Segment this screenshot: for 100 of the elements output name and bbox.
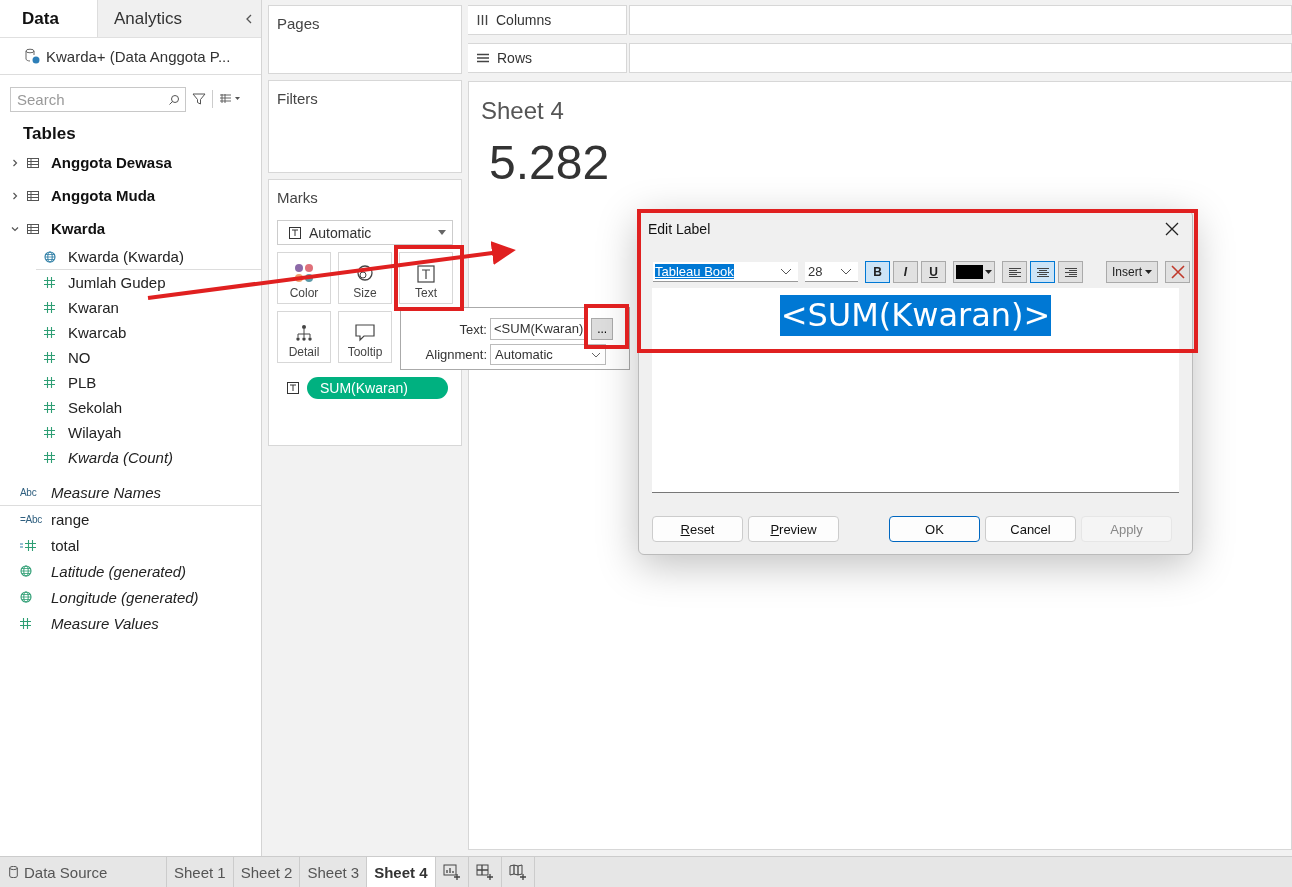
table-name[interactable]: Kwarda — [51, 220, 106, 237]
new-story-icon — [508, 864, 527, 880]
field-name[interactable]: Wilayah — [68, 423, 122, 441]
hash-icon — [44, 351, 55, 363]
edit-text-button[interactable]: ... — [591, 318, 614, 340]
alignment-dropdown[interactable]: Automatic — [490, 344, 606, 365]
mark-tooltip-button[interactable]: Tooltip — [338, 311, 392, 363]
hierarchy-icon — [295, 324, 313, 342]
expand-caret-icon[interactable] — [11, 191, 19, 200]
globe-icon — [20, 591, 32, 603]
align-right-icon — [1064, 267, 1077, 277]
table-name[interactable]: Anggota Dewasa — [51, 154, 172, 171]
insert-menu-button[interactable]: Insert — [1106, 261, 1158, 283]
text-mark-icon — [289, 226, 301, 239]
align-right-button[interactable] — [1058, 261, 1083, 283]
field-name[interactable]: NO — [68, 348, 91, 366]
calculated-hash-icon — [20, 539, 36, 551]
field-name[interactable]: total — [51, 536, 80, 554]
field-name[interactable]: Measure Values — [51, 614, 159, 632]
mark-text-button[interactable]: Text — [399, 252, 453, 304]
sheet-tab[interactable]: Sheet 2 — [233, 857, 301, 887]
hash-icon — [44, 376, 55, 388]
datasource-icon — [24, 48, 40, 64]
clear-button[interactable] — [1165, 261, 1190, 283]
string-type-icon: Abc — [20, 487, 37, 498]
filters-card-title: Filters — [277, 90, 318, 107]
filter-icon[interactable] — [192, 92, 206, 106]
mark-color-button[interactable]: Color — [277, 252, 331, 304]
italic-toggle[interactable]: I — [893, 261, 918, 283]
field-name[interactable]: PLB — [68, 373, 97, 391]
tables-heading: Tables — [22, 123, 77, 145]
field-name[interactable]: Kwarda (Kwarda) — [68, 248, 184, 265]
sheet-tab[interactable]: Data Source — [0, 857, 167, 887]
mark-size-button[interactable]: Size — [338, 252, 392, 304]
columns-icon — [477, 15, 488, 25]
hash-icon — [44, 276, 55, 288]
dialog-button[interactable]: Cancel — [985, 516, 1076, 542]
collapse-caret-icon[interactable] — [11, 224, 19, 233]
dialog-title: Edit Label — [648, 221, 711, 237]
collapse-icon[interactable] — [245, 14, 253, 24]
table-icon — [27, 223, 39, 234]
rows-shelf-label: Rows — [497, 50, 532, 66]
globe-icon — [20, 565, 32, 577]
measure-value: 5.282 — [489, 135, 611, 190]
label-text: <SUM(Kwaran)> — [779, 295, 1052, 336]
field-name[interactable]: range — [51, 510, 90, 528]
bold-toggle[interactable]: B — [865, 261, 890, 283]
sheet-tab[interactable]: Sheet 4 — [367, 857, 436, 887]
list-view-icon[interactable] — [219, 94, 241, 104]
mark-detail-button[interactable]: Detail — [277, 311, 331, 363]
close-icon[interactable] — [1165, 222, 1179, 236]
field-name[interactable]: Kwarda (Count) — [68, 448, 174, 466]
field-name[interactable]: Kwaran — [68, 298, 119, 316]
text-mark-icon — [287, 382, 299, 394]
field-name[interactable]: Jumlah Gudep — [68, 273, 166, 291]
dialog-button[interactable]: Preview — [748, 516, 839, 542]
align-center-button[interactable] — [1030, 261, 1055, 283]
panel-tab[interactable]: Data — [0, 0, 98, 37]
string-type-icon: =Abc — [20, 513, 42, 525]
datasource-name[interactable]: Kwarda+ (Data Anggota P... — [46, 47, 231, 65]
columns-shelf-label: Columns — [496, 12, 552, 28]
new-worksheet-icon — [442, 864, 461, 880]
panel-tab[interactable]: Analytics — [98, 0, 261, 37]
label-editor[interactable]: <SUM(Kwaran)> — [652, 288, 1179, 493]
field-name[interactable]: Longitude (generated) — [51, 588, 199, 606]
align-center-icon — [1036, 267, 1049, 277]
pages-card-title: Pages — [277, 15, 320, 32]
field-name[interactable]: Latitude (generated) — [51, 562, 187, 580]
field-name[interactable]: Sekolah — [68, 398, 123, 416]
rows-icon — [477, 53, 489, 63]
hash-icon — [44, 401, 55, 413]
dropdown-caret-icon — [438, 230, 446, 235]
search-icon — [168, 93, 180, 106]
sheet-title: Sheet 4 — [481, 97, 565, 125]
hash-icon — [44, 451, 55, 463]
field-name[interactable]: Measure Names — [51, 484, 162, 501]
hash-icon — [44, 426, 55, 438]
sheet-tab[interactable]: Sheet 1 — [167, 857, 234, 887]
font-dropdown[interactable]: Tableau Book — [653, 262, 798, 282]
expand-caret-icon[interactable] — [11, 158, 19, 167]
table-icon — [27, 190, 39, 201]
new-dashboard-icon — [475, 864, 494, 880]
highlight-frame — [394, 245, 464, 311]
dialog-button[interactable]: Reset — [652, 516, 743, 542]
field-name[interactable]: Kwarcab — [68, 323, 127, 341]
chevron-down-icon — [780, 268, 792, 275]
mark-type-dropdown[interactable]: Automatic — [277, 220, 453, 245]
text-label: Text: — [458, 321, 487, 337]
dialog-button[interactable]: OK — [889, 516, 980, 542]
globe-icon — [44, 250, 56, 263]
align-left-icon — [1008, 267, 1021, 277]
color-picker[interactable] — [953, 261, 995, 283]
align-left-button[interactable] — [1002, 261, 1027, 283]
color-dots-icon — [294, 263, 314, 283]
underline-toggle[interactable]: U — [921, 261, 946, 283]
table-name[interactable]: Anggota Muda — [51, 187, 156, 204]
table-icon — [27, 157, 39, 168]
font-size-dropdown[interactable]: 28 — [805, 262, 858, 282]
marks-card-title: Marks — [277, 189, 319, 206]
search-field[interactable]: Search — [10, 86, 186, 112]
